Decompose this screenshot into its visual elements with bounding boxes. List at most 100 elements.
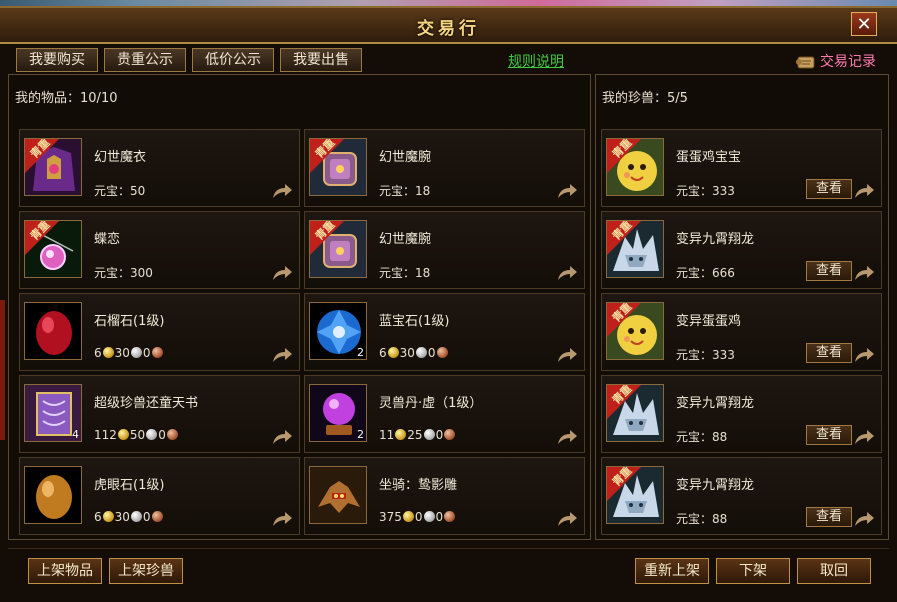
- item-card[interactable]: 坐骑：鸷影雕 375 0 0: [304, 457, 585, 535]
- view-pet-button[interactable]: 查看: [806, 425, 852, 445]
- send-arrow-icon[interactable]: [556, 510, 578, 528]
- pet-card[interactable]: 青重 变异九霄翔龙 元宝：88 查看: [601, 457, 882, 535]
- send-arrow-icon[interactable]: [853, 264, 875, 282]
- item-price-coins: 11 25 0: [379, 428, 456, 442]
- gold-coin-icon: [102, 347, 114, 358]
- item-price: 元宝：18: [379, 266, 431, 280]
- item-card[interactable]: 青重 幻世魔衣 元宝：50: [19, 129, 300, 207]
- send-arrow-icon[interactable]: [853, 510, 875, 528]
- trade-record-link[interactable]: 交易记录: [795, 50, 876, 74]
- send-arrow-icon[interactable]: [556, 346, 578, 364]
- send-arrow-icon[interactable]: [556, 428, 578, 446]
- send-arrow-icon[interactable]: [853, 182, 875, 200]
- pet-card[interactable]: 青重 变异九霄翔龙 元宝：666 查看: [601, 211, 882, 289]
- crystal-ball-icon[interactable]: 2: [309, 384, 367, 442]
- item-price: 元宝：88: [676, 430, 728, 444]
- dragon-icon[interactable]: 青重: [606, 220, 664, 278]
- item-price-coins: 375 0 0: [379, 510, 456, 524]
- item-card[interactable]: 虎眼石(1级) 6 30 0: [19, 457, 300, 535]
- copper-amount: 0: [435, 510, 444, 524]
- retrieve-button[interactable]: 取回: [797, 558, 871, 584]
- send-arrow-icon[interactable]: [853, 428, 875, 446]
- my-pets-label: 我的珍兽：: [602, 91, 668, 106]
- send-arrow-icon[interactable]: [271, 510, 293, 528]
- item-name: 坐骑：鸷影雕: [379, 478, 458, 493]
- dragon-icon[interactable]: 青重: [606, 384, 664, 442]
- send-arrow-icon[interactable]: [853, 346, 875, 364]
- item-name: 超级珍兽还童天书: [94, 396, 199, 411]
- view-pet-button[interactable]: 查看: [806, 507, 852, 527]
- silver-amount: 30: [114, 346, 130, 360]
- item-price-coins: 6 30 0: [379, 346, 449, 360]
- gold-coin-icon: [387, 347, 399, 358]
- dragon-icon[interactable]: 青重: [606, 466, 664, 524]
- item-price: 元宝：333: [676, 348, 735, 362]
- copper-amount: 0: [142, 346, 151, 360]
- view-pet-button[interactable]: 查看: [806, 343, 852, 363]
- item-name: 幻世魔衣: [94, 150, 147, 165]
- send-arrow-icon[interactable]: [556, 182, 578, 200]
- item-name: 石榴石(1级): [94, 314, 165, 329]
- item-card[interactable]: 2 蓝宝石(1级) 6 30 0: [304, 293, 585, 371]
- scroll-icon[interactable]: 4: [24, 384, 82, 442]
- silver-coin-icon: [415, 347, 427, 358]
- close-button[interactable]: ✕: [851, 12, 877, 36]
- item-name: 蝶恋: [94, 232, 121, 247]
- pet-card[interactable]: 青重 变异蛋蛋鸡元宝：333 查看: [601, 293, 882, 371]
- gold-amount: 375: [379, 510, 402, 524]
- item-price-coins: 6 30 0: [94, 346, 164, 360]
- tab-lowprice-notice[interactable]: 低价公示: [192, 48, 274, 72]
- send-arrow-icon[interactable]: [556, 264, 578, 282]
- pet-card[interactable]: 青重 变异九霄翔龙 元宝：88 查看: [601, 375, 882, 453]
- silver-amount: 50: [129, 428, 146, 442]
- my-items-header: 我的物品：10/10: [15, 87, 117, 106]
- trade-window: 交易行 ✕ 我要购买 贵重公示 低价公示 我要出售 规则说明 交易记录 我的物品…: [0, 6, 897, 602]
- list-pet-button[interactable]: 上架珍兽: [109, 558, 183, 584]
- send-arrow-icon[interactable]: [271, 428, 293, 446]
- item-card[interactable]: 4 超级珍兽还童天书 112 50 0: [19, 375, 300, 453]
- relist-button[interactable]: 重新上架: [635, 558, 709, 584]
- send-arrow-icon[interactable]: [271, 264, 293, 282]
- view-pet-button[interactable]: 查看: [806, 261, 852, 281]
- tigereye-icon[interactable]: [24, 466, 82, 524]
- window-title: 交易行: [417, 19, 480, 39]
- list-item-button[interactable]: 上架物品: [28, 558, 102, 584]
- item-card[interactable]: 青重 幻世魔腕 元宝：18: [304, 129, 585, 207]
- eagle-mount-icon[interactable]: [309, 466, 367, 524]
- tab-valuable-notice[interactable]: 贵重公示: [104, 48, 186, 72]
- item-card[interactable]: 石榴石(1级) 6 30 0: [19, 293, 300, 371]
- trade-record-label: 交易记录: [820, 54, 876, 70]
- silver-amount: 30: [399, 346, 415, 360]
- view-pet-button[interactable]: 查看: [806, 179, 852, 199]
- bracer-icon[interactable]: 青重: [309, 220, 367, 278]
- item-price: 元宝：300: [94, 266, 153, 280]
- silver-amount: 30: [114, 510, 130, 524]
- gold-coin-icon: [402, 511, 414, 522]
- item-quantity: 4: [72, 428, 79, 441]
- sapphire-icon[interactable]: 2: [309, 302, 367, 360]
- bracer-icon[interactable]: 青重: [309, 138, 367, 196]
- pendant-icon[interactable]: 青重: [24, 220, 82, 278]
- chick-icon[interactable]: 青重: [606, 302, 664, 360]
- left-edge-decoration: [0, 300, 5, 440]
- send-arrow-icon[interactable]: [271, 182, 293, 200]
- tab-sell[interactable]: 我要出售: [280, 48, 362, 72]
- item-name: 幻世魔腕: [379, 150, 432, 165]
- item-card[interactable]: 青重 幻世魔腕 元宝：18: [304, 211, 585, 289]
- gold-amount: 11: [379, 428, 395, 442]
- chick-icon[interactable]: 青重: [606, 138, 664, 196]
- pet-card[interactable]: 青重 蛋蛋鸡宝宝 元宝：333 查看: [601, 129, 882, 207]
- send-arrow-icon[interactable]: [271, 346, 293, 364]
- silver-coin-icon: [130, 347, 142, 358]
- garnet-icon[interactable]: [24, 302, 82, 360]
- item-name: 变异蛋蛋鸡: [676, 314, 742, 329]
- item-price-coins: 6 30 0: [94, 510, 164, 524]
- item-card[interactable]: 2 灵兽丹·虚（1级） 11 25 0: [304, 375, 585, 453]
- robe-icon[interactable]: 青重: [24, 138, 82, 196]
- copper-coin-icon: [444, 511, 456, 522]
- tab-buy[interactable]: 我要购买: [16, 48, 98, 72]
- item-name: 蛋蛋鸡宝宝: [676, 150, 742, 165]
- rules-link[interactable]: 规则说明: [508, 51, 564, 71]
- item-card[interactable]: 青重 蝶恋元宝：300: [19, 211, 300, 289]
- delist-button[interactable]: 下架: [716, 558, 790, 584]
